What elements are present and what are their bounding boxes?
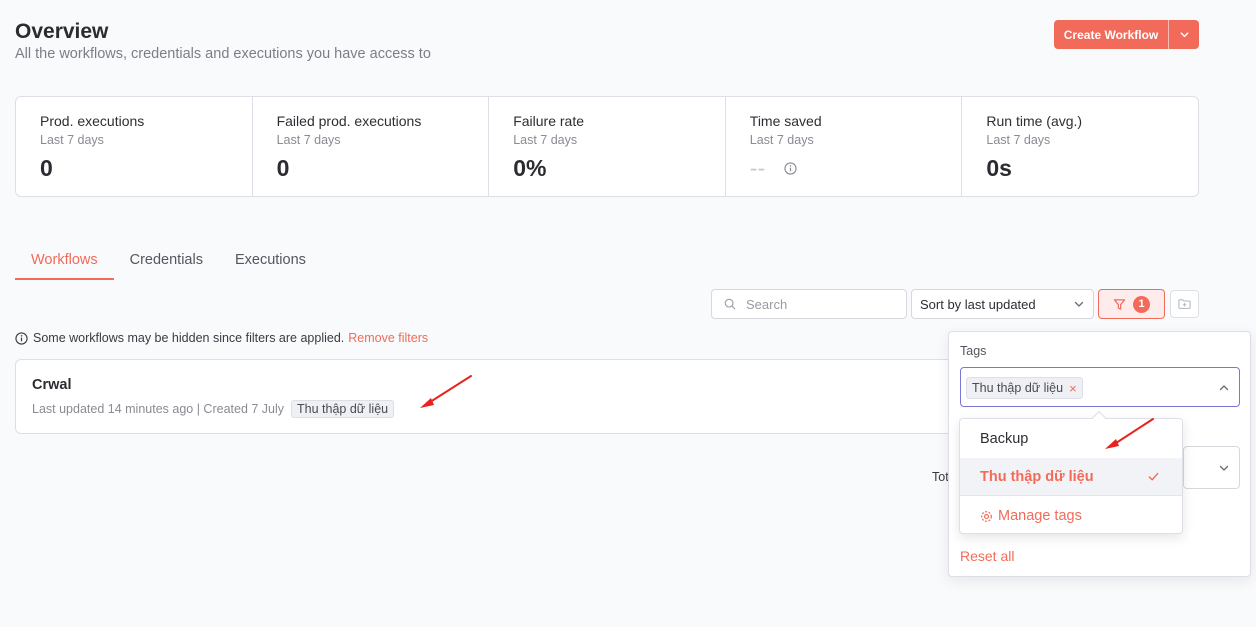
- sort-value: Sort by last updated: [920, 296, 1036, 312]
- stat-label: Failure rate: [513, 113, 584, 129]
- tag-option-label: Backup: [980, 431, 1029, 447]
- stat-period: Last 7 days: [513, 133, 578, 147]
- search-input[interactable]: [746, 296, 896, 312]
- workflow-meta-text: Last updated 14 minutes ago | Created 7 …: [32, 402, 285, 416]
- search-icon: [724, 298, 736, 310]
- add-folder-button[interactable]: [1170, 290, 1199, 318]
- filter-count-badge: 1: [1133, 295, 1150, 313]
- tab-bar: Workflows Credentials Executions: [15, 250, 322, 280]
- search-box: [711, 289, 907, 319]
- chevron-up-icon[interactable]: [1218, 382, 1230, 394]
- pagination-total-label: Tot: [932, 470, 949, 484]
- sort-select[interactable]: Sort by last updated: [911, 289, 1094, 319]
- stat-value: --: [749, 155, 766, 181]
- stat-value: 0s: [986, 155, 1012, 181]
- chevron-down-icon: [1219, 465, 1229, 471]
- stat-failure-rate[interactable]: Failure rate Last 7 days 0%: [489, 97, 726, 196]
- selected-tag-chip: Thu thập dữ liệu ×: [966, 377, 1083, 399]
- stat-time-saved[interactable]: Time saved Last 7 days --: [726, 97, 963, 196]
- workflow-card[interactable]: Crwal Last updated 14 minutes ago | Crea…: [15, 359, 995, 434]
- stat-value: 0%: [513, 155, 547, 181]
- tag-option-label: Thu thập dữ liệu: [980, 469, 1094, 485]
- tags-select[interactable]: Thu thập dữ liệu ×: [960, 367, 1240, 407]
- selected-tag-label: Thu thập dữ liệu: [972, 381, 1064, 395]
- folder-icon: [1178, 299, 1191, 309]
- notice-text: Some workflows may be hidden since filte…: [33, 331, 345, 345]
- status-select[interactable]: [1183, 446, 1240, 489]
- stat-label: Run time (avg.): [986, 113, 1083, 129]
- stat-value: 0: [40, 155, 53, 181]
- tab-credentials[interactable]: Credentials: [114, 250, 219, 280]
- chevron-down-icon: [1180, 32, 1188, 38]
- stat-period: Last 7 days: [276, 133, 341, 147]
- remove-tag-icon[interactable]: ×: [1069, 382, 1077, 395]
- chevron-down-icon: [1074, 301, 1084, 307]
- reset-all-link[interactable]: Reset all: [960, 548, 1014, 564]
- manage-tags-button[interactable]: Manage tags: [960, 497, 1182, 535]
- dropdown-divider: [960, 495, 1182, 496]
- tags-label: Tags: [960, 344, 987, 358]
- stat-failed-prod-executions[interactable]: Failed prod. executions Last 7 days 0: [253, 97, 490, 196]
- filter-notice: Some workflows may be hidden since filte…: [15, 331, 428, 345]
- tag-option-backup[interactable]: Backup: [960, 420, 1182, 458]
- check-icon: [1148, 472, 1159, 481]
- info-icon[interactable]: [784, 162, 797, 175]
- stats-panel: Prod. executions Last 7 days 0 Failed pr…: [15, 96, 1199, 197]
- workflow-meta: Last updated 14 minutes ago | Created 7 …: [32, 400, 395, 418]
- filter-icon: [1113, 298, 1126, 310]
- workflow-name[interactable]: Crwal: [32, 377, 72, 393]
- remove-filters-link[interactable]: Remove filters: [348, 331, 428, 345]
- stat-period: Last 7 days: [986, 133, 1051, 147]
- stat-label: Time saved: [749, 113, 822, 129]
- stat-prod-executions[interactable]: Prod. executions Last 7 days 0: [16, 97, 253, 196]
- stat-period: Last 7 days: [40, 133, 104, 147]
- stat-period: Last 7 days: [749, 133, 814, 147]
- info-icon: [15, 331, 28, 345]
- stat-value: 0: [276, 155, 290, 181]
- filter-button[interactable]: 1: [1098, 289, 1165, 319]
- page-subtitle: All the workflows, credentials and execu…: [15, 46, 431, 62]
- stat-run-time-avg[interactable]: Run time (avg.) Last 7 days 0s: [962, 97, 1198, 196]
- tags-dropdown: Backup Thu thập dữ liệu Manage tags: [959, 410, 1183, 535]
- create-workflow-button[interactable]: Create Workflow: [1054, 20, 1168, 49]
- create-options-dropdown-button[interactable]: [1169, 20, 1199, 49]
- page-title: Overview: [15, 20, 109, 43]
- workflow-tag[interactable]: Thu thập dữ liệu: [291, 400, 395, 418]
- stat-label: Prod. executions: [40, 113, 145, 129]
- manage-tags-label: Manage tags: [998, 508, 1082, 524]
- create-workflow-split-button: Create Workflow: [1054, 20, 1199, 49]
- tag-option-thu-thap-du-lieu[interactable]: Thu thập dữ liệu: [960, 458, 1182, 496]
- tab-executions[interactable]: Executions: [219, 250, 322, 280]
- tab-workflows[interactable]: Workflows: [15, 250, 114, 280]
- gear-icon: [981, 510, 992, 522]
- stat-label: Failed prod. executions: [276, 113, 422, 129]
